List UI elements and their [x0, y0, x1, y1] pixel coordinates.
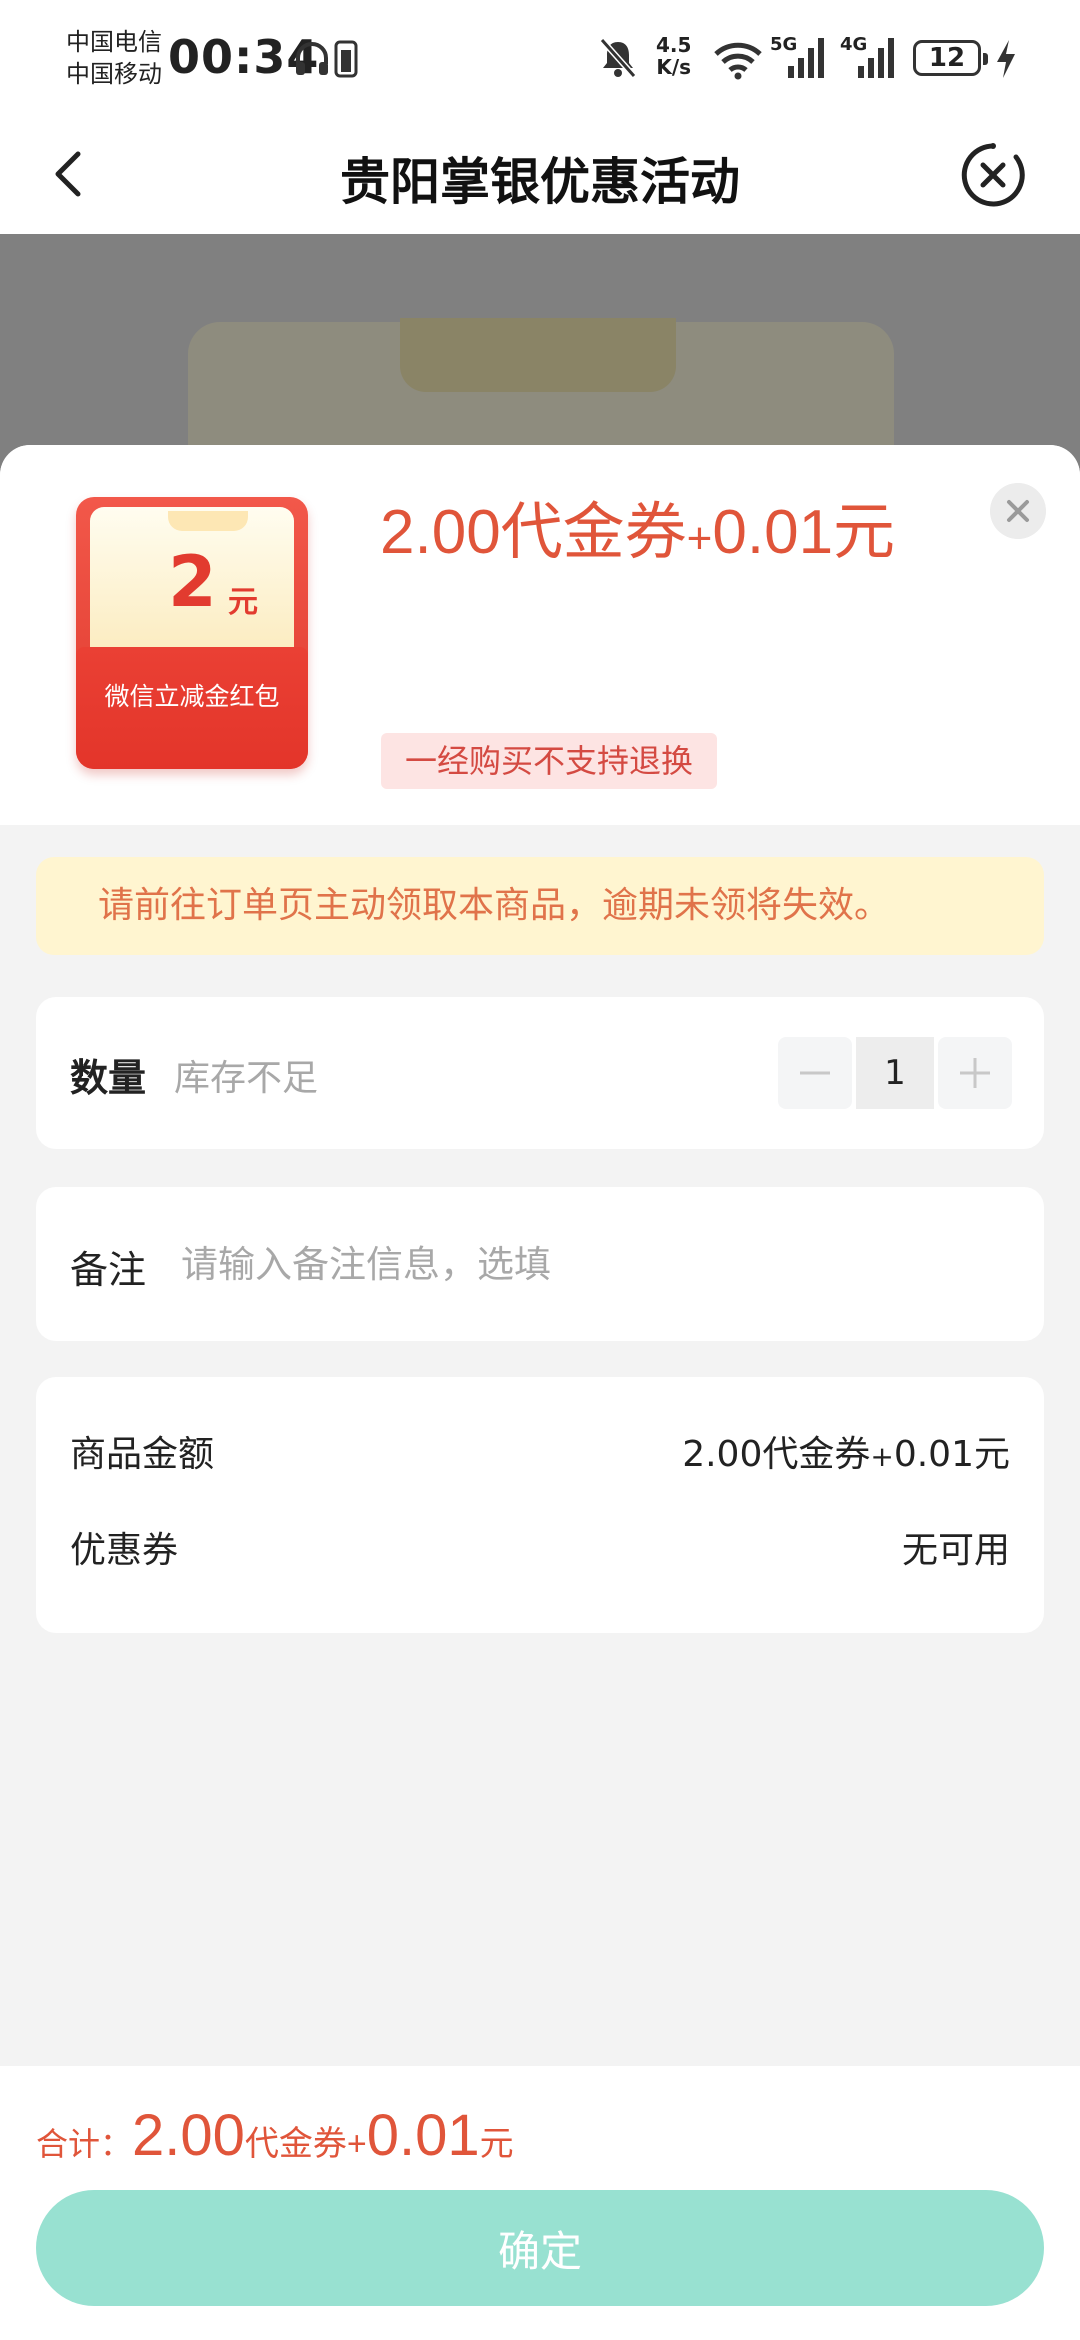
- quantity-value[interactable]: 1: [856, 1037, 934, 1109]
- quantity-card: 数量 库存不足 1: [36, 997, 1044, 1149]
- signal-bars-icon: [858, 38, 894, 78]
- claim-notice: 请前往订单页主动领取本商品，逾期未领将失效。: [36, 857, 1044, 955]
- price-cash: 0.01元: [712, 498, 896, 567]
- carrier-1: 中国电信: [66, 28, 162, 56]
- amount-value-plus: +: [870, 1440, 894, 1473]
- envelope-amount: 2: [168, 541, 217, 623]
- amount-label: 商品金额: [70, 1434, 215, 1475]
- wifi-icon: [714, 42, 762, 80]
- plus-icon: [960, 1058, 990, 1088]
- product-header: 2 元 微信立减金红包 2.00代金券+0.01元 一经购买不支持退换: [0, 445, 1080, 825]
- order-summary-card: 商品金额 2.00代金券+0.01元 优惠券 无可用: [36, 1377, 1044, 1633]
- status-bar: 中国电信 中国移动 00:34 4.5 K/s 5G 4G 12: [0, 0, 1080, 118]
- total-label: 合计：: [36, 2126, 133, 2162]
- total-amount: 2.00: [132, 2103, 245, 2168]
- amount-value: 2.00代金券+0.01元: [682, 1425, 1010, 1477]
- page-title: 贵阳掌银优惠活动: [340, 153, 740, 211]
- net-speed-value: 4.5: [656, 33, 692, 57]
- headphones-icon: [296, 42, 328, 75]
- net-speed: 4.5 K/s: [656, 34, 691, 78]
- close-miniprogram-icon[interactable]: [958, 140, 1028, 210]
- background-card-tab: [400, 318, 676, 392]
- carrier-2: 中国移动: [66, 60, 162, 88]
- order-total: 合计：2.00代金券+0.01元: [36, 2102, 514, 2169]
- envelope-label: 微信立减金红包: [104, 682, 280, 711]
- close-icon[interactable]: [990, 483, 1046, 539]
- purchase-sheet: 2 元 微信立减金红包 2.00代金券+0.01元 一经购买不支持退换 请前往订…: [0, 445, 1080, 2340]
- quantity-label: 数量: [70, 1056, 147, 1100]
- net-speed-unit: K/s: [656, 55, 692, 79]
- charging-icon: [997, 40, 1015, 78]
- phone-battery-icon: [334, 40, 358, 78]
- price-main: 2.00代金券: [380, 498, 687, 567]
- quantity-stepper: 1: [778, 1037, 1012, 1109]
- signal-bars-icon: [788, 38, 824, 78]
- product-price: 2.00代金券+0.01元: [380, 481, 895, 571]
- checkout-footer: 合计：2.00代金券+0.01元 确定: [0, 2066, 1080, 2340]
- stock-hint: 库存不足: [174, 1058, 319, 1099]
- decrease-button[interactable]: [778, 1037, 852, 1109]
- coupon-row[interactable]: 优惠券 无可用: [70, 1521, 1010, 1581]
- increase-button[interactable]: [938, 1037, 1012, 1109]
- red-envelope-image: 2 元 微信立减金红包: [76, 497, 308, 769]
- no-refund-tag: 一经购买不支持退换: [381, 733, 718, 789]
- envelope-unit: 元: [228, 585, 258, 620]
- nav-bar: 贵阳掌银优惠活动: [0, 118, 1080, 234]
- remark-card: 备注: [36, 1187, 1044, 1341]
- amount-row: 商品金额 2.00代金券+0.01元: [70, 1425, 1010, 1485]
- price-plus: +: [686, 514, 713, 563]
- confirm-button[interactable]: 确定: [36, 2190, 1044, 2306]
- amount-value-cash: 0.01元: [893, 1434, 1010, 1475]
- battery-level: 12: [913, 40, 988, 76]
- total-coupon-unit: 代金券: [244, 2125, 347, 2163]
- total-cash: 0.01: [366, 2103, 480, 2168]
- total-plus: +: [346, 2125, 367, 2163]
- carrier-names: 中国电信 中国移动: [66, 26, 162, 90]
- minus-icon: [800, 1071, 830, 1075]
- remark-input[interactable]: [181, 1227, 1001, 1301]
- coupon-value: 无可用: [901, 1530, 1010, 1571]
- envelope-card-tab: [168, 511, 248, 531]
- total-cash-unit: 元: [479, 2125, 514, 2163]
- remark-label: 备注: [70, 1248, 147, 1292]
- coupon-label: 优惠券: [70, 1530, 179, 1571]
- mute-bell-icon: [599, 38, 637, 78]
- amount-value-main: 2.00代金券: [682, 1434, 871, 1475]
